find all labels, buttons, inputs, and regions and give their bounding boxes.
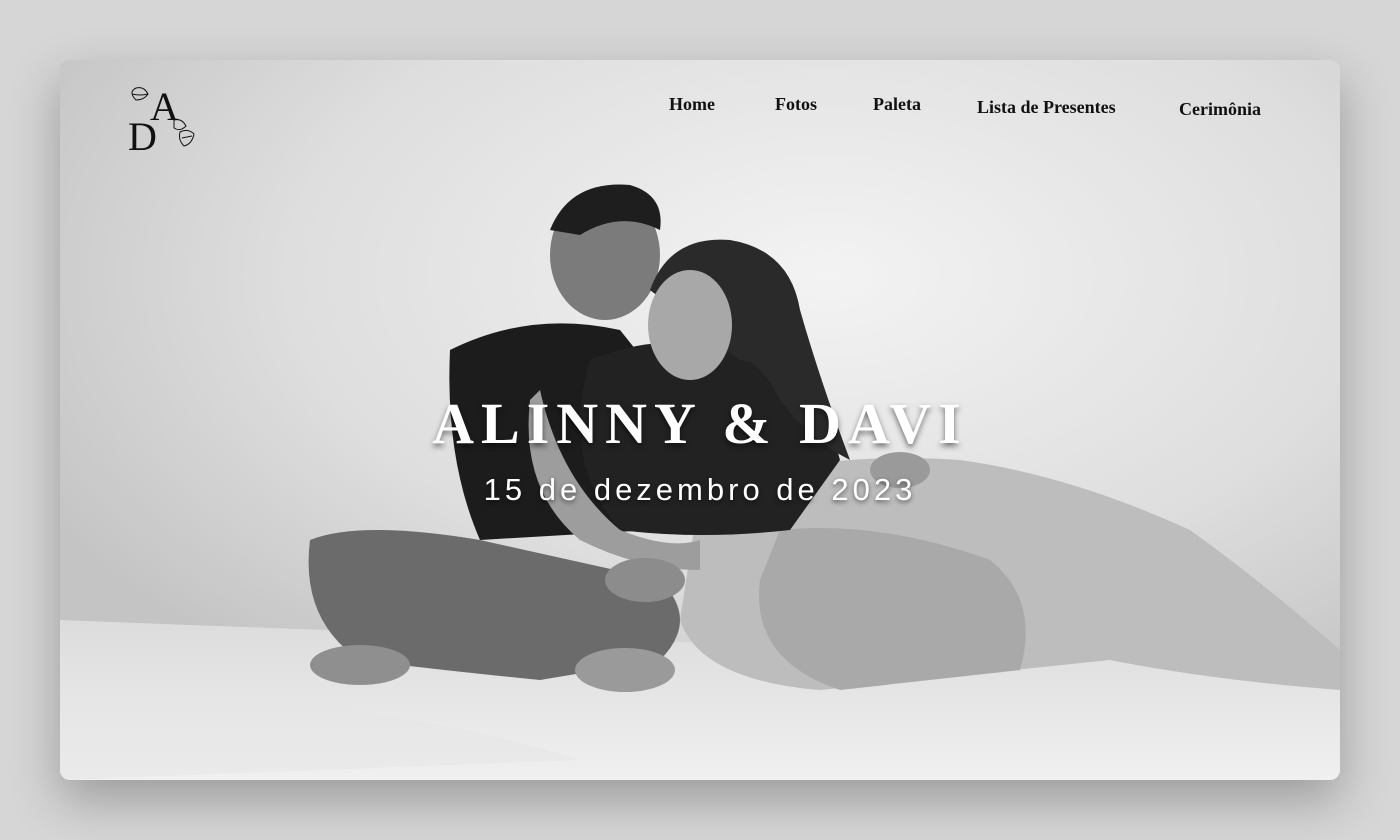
nav-cerimonia-link[interactable]: Cerimônia (1179, 99, 1261, 120)
hero-title: ALINNY & DAVI (432, 391, 968, 456)
main-nav: Home Fotos Paleta Lista de Presentes Cer… (60, 94, 1340, 134)
nav-lista-presentes-link[interactable]: Lista de Presentes (977, 97, 1116, 118)
hero-date: 15 de dezembro de 2023 (483, 472, 917, 507)
nav-fotos-link[interactable]: Fotos (775, 94, 817, 115)
nav-home-link[interactable]: Home (669, 94, 715, 115)
site-window: A D Home Fotos Paleta Lista de Presentes… (60, 60, 1340, 780)
nav-paleta-link[interactable]: Paleta (873, 94, 921, 115)
